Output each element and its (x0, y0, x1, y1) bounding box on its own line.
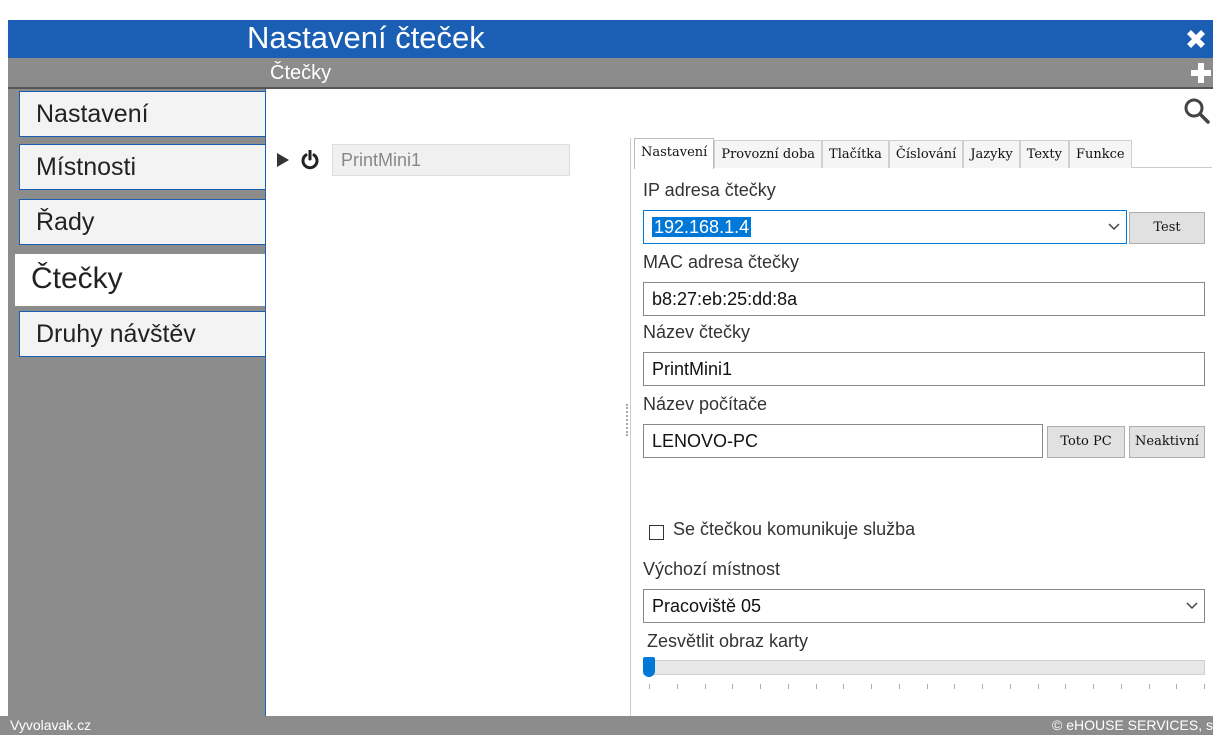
slider-tick (787, 684, 789, 689)
slider-tick (1037, 684, 1039, 689)
tab-nastaveni[interactable]: Nastavení (634, 138, 715, 169)
slider-tick (926, 684, 928, 689)
this-pc-button[interactable]: Toto PC (1047, 426, 1125, 458)
chevron-down-icon[interactable] (1186, 602, 1198, 610)
slider-tick (1204, 684, 1205, 689)
ip-value: 192.168.1.4 (652, 217, 752, 237)
mac-field[interactable]: b8:27:eb:25:dd:8a (643, 282, 1205, 316)
sidebar-item-rady[interactable]: Řady (19, 199, 265, 245)
sidebar-item-ctecky[interactable]: Čtečky (15, 254, 265, 306)
search-icon[interactable] (1183, 97, 1211, 125)
reader-name-field[interactable]: PrintMini1 (643, 352, 1205, 386)
slider-tick (815, 684, 817, 689)
brighten-slider-track[interactable] (643, 660, 1205, 675)
close-icon[interactable] (1181, 24, 1211, 54)
service-checkbox[interactable] (649, 525, 664, 540)
splitter-handle[interactable] (626, 404, 628, 436)
tab-cislovani[interactable]: Číslování (888, 140, 964, 168)
ip-label: IP adresa čtečky (643, 180, 776, 200)
section-header: Čtečky (8, 58, 1213, 89)
sidebar-item-nastaveni[interactable]: Nastavení (19, 91, 265, 137)
status-bar: Vyvolavak.cz © eHOUSE SERVICES, s (0, 716, 1213, 735)
tab-texty[interactable]: Texty (1019, 140, 1069, 168)
slider-tick (732, 684, 734, 689)
slider-tick (1176, 684, 1178, 689)
sidebar-item-druhy-navstev[interactable]: Druhy návštěv (19, 311, 265, 357)
test-button[interactable]: Test (1129, 212, 1205, 244)
mac-label: MAC adresa čtečky (643, 252, 800, 272)
slider-tick (954, 684, 956, 689)
section-title: Čtečky (270, 62, 332, 84)
slider-tick (1093, 684, 1094, 689)
window-left-edge (0, 20, 8, 716)
slider-tick (1009, 684, 1011, 689)
footer-copyright: © eHOUSE SERVICES, s (1052, 717, 1213, 733)
footer-site: Vyvolavak.cz (10, 717, 92, 733)
room-value: Pracoviště 05 (652, 596, 762, 616)
room-select[interactable]: Pracoviště 05 (643, 589, 1205, 623)
service-checkbox-label[interactable]: Se čtečkou komunikuje služba (673, 519, 915, 540)
tab-funkce[interactable]: Funkce (1068, 140, 1132, 168)
inactive-button[interactable]: Neaktivní (1129, 426, 1205, 458)
tab-tlacitka[interactable]: Tlačítka (822, 140, 889, 168)
tree-node-label[interactable]: PrintMini1 (332, 144, 570, 176)
name-label: Název čtečky (643, 322, 751, 342)
tab-provozni-doba[interactable]: Provozní doba (714, 140, 823, 168)
main-panel: PrintMini1 Nastavení Provozní doba Tlačí… (265, 89, 1213, 716)
slider-ticks (649, 684, 1205, 690)
slider-tick (1148, 684, 1150, 689)
slider-tick (1065, 684, 1067, 689)
brighten-label: Zesvětlit obraz karty (647, 631, 809, 651)
slider-tick (871, 684, 872, 689)
slider-tick (704, 684, 706, 689)
add-icon[interactable] (1191, 63, 1211, 83)
slider-tick (898, 684, 900, 689)
tab-jazyky[interactable]: Jazyky (963, 140, 1020, 168)
slider-tick (760, 684, 761, 689)
tab-strip: Nastavení Provozní doba Tlačítka Číslová… (634, 138, 1212, 169)
chevron-down-icon[interactable] (1108, 223, 1120, 231)
slider-tick (676, 684, 678, 689)
slider-tick (843, 684, 845, 689)
room-label: Výchozí místnost (643, 559, 781, 579)
expand-arrow-icon[interactable] (276, 152, 290, 168)
power-icon[interactable] (300, 150, 320, 170)
pc-label: Název počítače (643, 394, 768, 414)
pc-name-field[interactable]: LENOVO-PC (643, 424, 1043, 458)
slider-tick (982, 684, 983, 689)
sidebar: Nastavení Místnosti Řady Čtečky Druhy ná… (8, 89, 265, 716)
title-bar: Nastavení čteček (8, 20, 1213, 58)
brighten-slider-thumb[interactable] (643, 657, 655, 677)
tree-node[interactable]: PrintMini1 (276, 144, 570, 176)
slider-tick (1120, 684, 1122, 689)
window-title: Nastavení čteček (247, 20, 485, 55)
sidebar-item-mistnosti[interactable]: Místnosti (19, 144, 265, 190)
ip-combobox[interactable]: 192.168.1.4 (643, 210, 1127, 244)
slider-tick (649, 684, 650, 689)
detail-panel: Nastavení Provozní doba Tlačítka Číslová… (630, 138, 1213, 716)
